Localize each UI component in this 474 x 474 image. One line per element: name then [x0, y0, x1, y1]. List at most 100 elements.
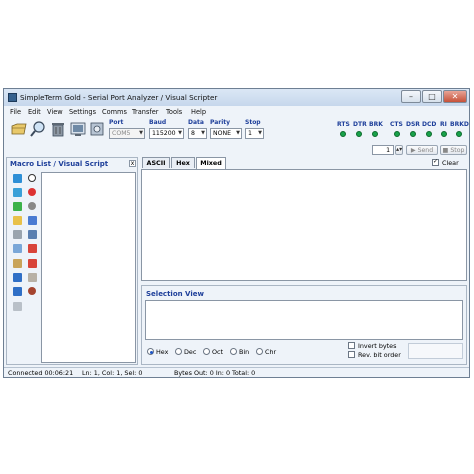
stop-bits-select[interactable]: 1 ▼: [245, 128, 264, 139]
send-icon: ▶: [410, 147, 418, 154]
goto-icon[interactable]: [28, 216, 37, 225]
menu-view[interactable]: View: [47, 108, 63, 116]
stop-macro-icon[interactable]: [28, 202, 36, 210]
macro-list[interactable]: [41, 172, 136, 363]
maximize-button[interactable]: □: [422, 90, 442, 103]
cts-led: [394, 131, 400, 137]
move-up-icon[interactable]: [13, 273, 22, 282]
delete-step-icon[interactable]: [13, 302, 22, 311]
menu-comms[interactable]: Comms: [102, 108, 127, 116]
signal-cts-label: CTS: [390, 121, 403, 128]
invert-bytes-checkbox[interactable]: [348, 342, 355, 349]
port-select[interactable]: COM5 ▼: [109, 128, 145, 139]
format-hex-label: Hex: [156, 348, 169, 356]
stop-button[interactable]: ■ Stop: [440, 145, 467, 155]
format-dec-label: Dec: [184, 348, 197, 356]
format-bin-radio[interactable]: [230, 348, 237, 355]
wait-icon[interactable]: [13, 244, 22, 253]
selection-value-box: [408, 343, 463, 359]
play-icon[interactable]: [28, 174, 36, 182]
minimize-button[interactable]: –: [401, 90, 421, 103]
edit-icon[interactable]: [13, 216, 22, 225]
move-down-icon[interactable]: [13, 287, 22, 296]
brk-led[interactable]: [372, 131, 378, 137]
send-data-icon[interactable]: [13, 202, 22, 211]
format-oct-radio[interactable]: [203, 348, 210, 355]
add-step-icon[interactable]: [13, 188, 22, 197]
app-logo-icon: [8, 93, 17, 102]
signal-dsr-label: DSR: [406, 121, 420, 128]
format-oct-label: Oct: [212, 348, 224, 356]
hand-icon[interactable]: [28, 273, 37, 282]
tab-hex[interactable]: Hex: [171, 157, 195, 168]
connection-status: Connected 00:06:21: [8, 369, 74, 377]
clear-checkbox[interactable]: ✓: [432, 158, 439, 166]
signal-ri-label: RI: [440, 121, 447, 128]
format-bin-label: Bin: [239, 348, 250, 356]
menu-tools[interactable]: Tools: [166, 108, 182, 116]
repeat-count-input[interactable]: 1: [372, 145, 394, 155]
dcd-led: [426, 131, 432, 137]
tab-mixed[interactable]: Mixed: [196, 157, 226, 169]
variable-icon[interactable]: [13, 259, 22, 268]
dsr-led: [410, 131, 416, 137]
menu-transfer[interactable]: Transfer: [132, 108, 159, 116]
send-bar: 1 ▴▾ ▶ Send ■ Stop: [4, 144, 469, 156]
parity-label: Parity: [210, 119, 231, 126]
port-label: Port: [109, 119, 124, 126]
signal-dcd-label: DCD: [422, 121, 437, 128]
format-hex-radio[interactable]: [147, 348, 154, 355]
menu-edit[interactable]: Edit: [28, 108, 41, 116]
clear-label: Clear: [442, 159, 459, 167]
app-window: SimpleTerm Gold - Serial Port Analyzer /…: [3, 88, 470, 378]
close-button[interactable]: ✕: [443, 90, 467, 103]
menu-help[interactable]: Help: [191, 108, 206, 116]
terminal-icon[interactable]: [69, 120, 87, 138]
format-chr-label: Chr: [265, 348, 277, 356]
menu-file[interactable]: File: [10, 108, 21, 116]
brkd-led: [456, 131, 462, 137]
rev-bit-order-checkbox[interactable]: [348, 351, 355, 358]
format-dec-radio[interactable]: [175, 348, 182, 355]
signal-dtr-label: DTR: [353, 121, 367, 128]
ri-led: [441, 131, 447, 137]
compare-icon[interactable]: [28, 259, 37, 268]
condition-icon[interactable]: [28, 244, 37, 253]
settings-icon[interactable]: [88, 120, 106, 138]
invert-bytes-label: Invert bytes: [358, 342, 397, 350]
menu-settings[interactable]: Settings: [69, 108, 96, 116]
terminal-output[interactable]: [141, 169, 467, 281]
rts-led[interactable]: [340, 131, 346, 137]
data-bits-select[interactable]: 8 ▼: [188, 128, 207, 139]
new-macro-icon[interactable]: [13, 174, 22, 183]
check-icon: ✓: [433, 158, 439, 165]
toolbar: Port COM5 ▼ Baud 115200 ▼ Data 8 ▼ Parity N…: [4, 118, 469, 143]
signal-brkd-label: BRKD: [450, 121, 469, 128]
count-stepper[interactable]: ▴▾: [395, 145, 403, 155]
record-icon[interactable]: [28, 188, 36, 196]
magnifier-icon[interactable]: [29, 120, 47, 138]
breakpoint-icon[interactable]: [28, 287, 36, 295]
tab-ascii[interactable]: ASCII: [142, 157, 170, 168]
macro-panel-close-icon[interactable]: x: [129, 160, 136, 167]
byte-counters: Bytes Out: 0 In: 0 Total: 0: [174, 369, 256, 377]
window-title: SimpleTerm Gold - Serial Port Analyzer /…: [20, 93, 218, 102]
selection-view: Selection View Hex Dec Oct Bin Chr Inver…: [141, 285, 467, 365]
open-folder-icon[interactable]: [10, 120, 28, 138]
dtr-led[interactable]: [356, 131, 362, 137]
format-chr-radio[interactable]: [256, 348, 263, 355]
title-bar[interactable]: SimpleTerm Gold - Serial Port Analyzer /…: [4, 89, 469, 106]
find-icon[interactable]: [13, 230, 22, 239]
rev-bit-order-label: Rev. bit order: [358, 351, 401, 359]
status-bar: Connected 00:06:21 Ln: 1, Col: 1, Sel: 0…: [4, 367, 469, 377]
macro-panel: Macro List / Visual Script x: [6, 157, 138, 365]
parity-select[interactable]: NONE ▼: [210, 128, 242, 139]
menu-bar: File Edit View Settings Comms Transfer T…: [4, 107, 469, 117]
baud-select[interactable]: 115200 ▼: [149, 128, 184, 139]
selection-view-output[interactable]: [145, 300, 463, 340]
loop-icon[interactable]: [28, 230, 37, 239]
trash-icon[interactable]: [49, 120, 67, 138]
send-button[interactable]: ▶ Send: [406, 145, 438, 155]
terminal-area: ASCII Hex Mixed ✓ Clear: [141, 157, 467, 281]
signal-rts-label: RTS: [337, 121, 350, 128]
